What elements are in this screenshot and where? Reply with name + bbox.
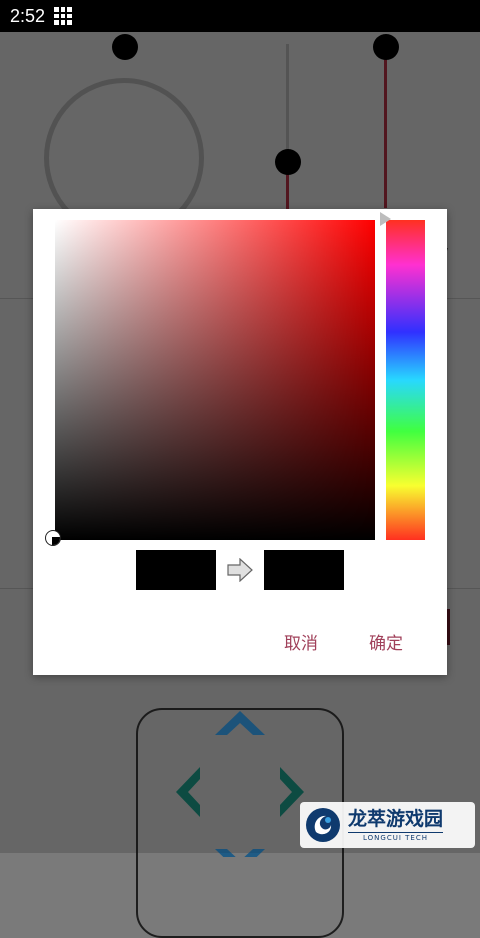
sv-cursor-icon[interactable] bbox=[45, 530, 61, 546]
hue-marker-icon[interactable] bbox=[380, 212, 391, 226]
new-color-swatch bbox=[264, 550, 344, 590]
status-time: 2:52 bbox=[10, 5, 46, 26]
watermark-title: 龙萃游戏园 bbox=[348, 808, 444, 830]
ok-button[interactable]: 确定 bbox=[369, 624, 403, 664]
hue-slider[interactable] bbox=[386, 220, 425, 540]
watermark-logo-icon bbox=[306, 808, 340, 842]
saturation-value-square[interactable] bbox=[55, 220, 375, 540]
watermark: 龙萃游戏园 LONGCUI TECH bbox=[300, 802, 475, 848]
watermark-subtitle: LONGCUI TECH bbox=[348, 832, 444, 842]
arrow-right-icon bbox=[227, 558, 253, 582]
old-color-swatch bbox=[136, 550, 216, 590]
status-bar: 2:52 bbox=[0, 0, 480, 32]
app-grid-icon bbox=[54, 7, 73, 25]
cancel-button[interactable]: 取消 bbox=[284, 624, 318, 664]
color-picker-dialog: 取消 确定 bbox=[33, 209, 447, 675]
